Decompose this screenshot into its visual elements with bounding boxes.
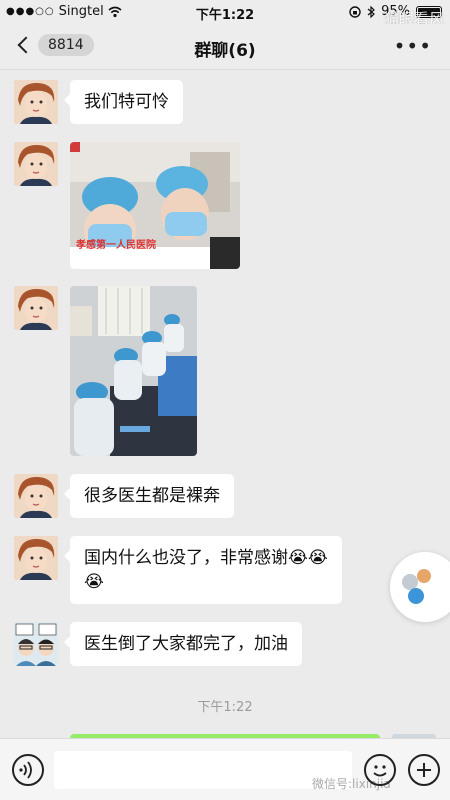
nav-bar: 8814 群聊(6) ••• xyxy=(0,24,450,70)
chat-title: 群聊(6) xyxy=(194,41,256,61)
photo-caption: 孝感第一人民医院 xyxy=(76,240,156,251)
floating-window-button[interactable] xyxy=(390,552,450,622)
message-bubble[interactable]: 国内什么也没了，非常感谢😭😭 😭 xyxy=(64,536,342,604)
add-icon[interactable] xyxy=(408,754,440,786)
avatar[interactable] xyxy=(14,474,58,518)
avatar[interactable] xyxy=(14,80,58,124)
more-icon[interactable]: ••• xyxy=(394,36,432,56)
message-timestamp: 下午1:22 xyxy=(197,700,253,715)
bluetooth-icon xyxy=(367,5,375,18)
message-input[interactable] xyxy=(54,751,352,789)
photo-message-medical-staff[interactable] xyxy=(70,286,197,456)
avatar[interactable] xyxy=(14,286,58,330)
input-bar: 微信号:lixinjia xyxy=(0,738,450,800)
avatar[interactable] xyxy=(14,622,58,666)
emoji-icon[interactable] xyxy=(364,754,396,786)
chat-area[interactable]: 我们特可怜 孝感第一人民医院 很多医生都是裸奔 国内什么也没了，非常感谢😭😭 😭… xyxy=(0,70,450,738)
status-bar: ●●●○○ Singtel 下午1:22 95% xyxy=(0,0,450,24)
voice-icon[interactable] xyxy=(12,754,44,786)
photo-message-masked-doctors[interactable]: 孝感第一人民医院 xyxy=(70,142,240,269)
message-bubble[interactable]: 医生倒了大家都完了，加油 xyxy=(64,622,302,666)
avatar[interactable] xyxy=(14,536,58,580)
message-text-line: 国内什么也没了，非常感谢😭😭 xyxy=(84,548,328,568)
message-bubble[interactable]: 我们特可怜 xyxy=(64,80,183,124)
message-text-line: 😭 xyxy=(84,572,104,592)
orientation-lock-icon xyxy=(349,5,361,18)
avatar[interactable] xyxy=(14,142,58,186)
message-bubble[interactable]: 很多医生都是裸奔 xyxy=(64,474,234,518)
